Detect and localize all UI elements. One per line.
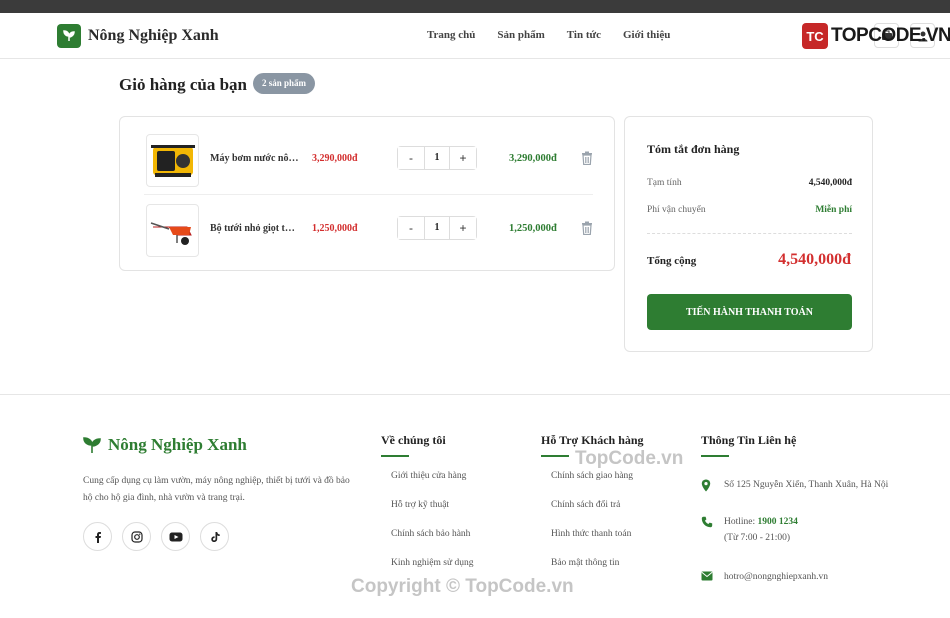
nav-home[interactable]: Trang chủ [427,29,475,41]
social-links [83,522,239,551]
total-value: 4,540,000đ [778,251,851,268]
leaf-icon [83,437,101,453]
page-title: Giỏ hàng của bạn [119,75,248,94]
subtotal-label: Tạm tính [647,178,682,188]
shipping-label: Phí vận chuyển [647,205,706,215]
footer-link[interactable]: Bảo mật thông tin [551,558,644,587]
brand-name: Nông Nghiệp Xanh [88,27,219,44]
tiktok-link[interactable] [200,522,229,551]
main-nav: Trang chủ Sản phẩm Tin tức Giới thiệu [427,29,692,41]
site-footer: Nông Nghiệp Xanh Cung cấp dụng cụ làm vư… [0,394,950,618]
footer-brand[interactable]: Nông Nghiệp Xanh [82,435,247,455]
title-underline [381,455,409,457]
youtube-link[interactable] [161,522,190,551]
summary-title: Tóm tắt đơn hàng [647,142,740,156]
watermark-text: TOPCODE.VN [831,25,950,46]
decrease-qty-button[interactable]: - [398,147,424,169]
cart-items-panel: Máy bơm nước nông nghiệp 3,290,000đ - 1 … [119,116,615,271]
increase-qty-button[interactable]: + [450,217,476,239]
facebook-icon [95,531,101,543]
order-summary-panel: Tóm tắt đơn hàng Tạm tính 4,540,000đ Phí… [624,116,873,352]
product-price: 1,250,000đ [312,223,358,234]
trash-icon[interactable] [581,151,593,165]
increase-qty-button[interactable]: + [450,147,476,169]
footer-link[interactable]: Hình thức thanh toán [551,529,644,558]
quantity-stepper: - 1 + [397,216,477,240]
watermark-badge: TC [802,23,828,49]
footer-link[interactable]: Kinh nghiệm sử dụng [391,558,473,587]
contact-hotline: Hotline: 1900 1234 (Từ 7:00 - 21:00) [701,514,931,546]
tiktok-icon [210,531,220,542]
footer-link[interactable]: Hỗ trợ kỹ thuật [391,500,473,529]
title-underline [701,455,729,457]
footer-link[interactable]: Giới thiệu cửa hàng [391,471,473,500]
footer-col-support: Hỗ Trợ Khách hàng Chính sách giao hàng C… [541,433,644,587]
footer-col-title: Thông Tin Liên hệ [701,433,797,447]
checkout-button[interactable]: TIẾN HÀNH THANH TOÁN [647,294,852,330]
site-header: Nông Nghiệp Xanh Trang chủ Sản phẩm Tin … [0,13,950,59]
line-total: 3,290,000đ [509,153,557,164]
quantity-value[interactable]: 1 [424,217,450,239]
browser-top-strip [0,0,950,13]
leaf-logo-icon [57,24,81,48]
footer-link[interactable]: Chính sách đổi trả [551,500,644,529]
subtotal-value: 4,540,000đ [808,178,852,188]
facebook-link[interactable] [83,522,112,551]
footer-col-title: Hỗ Trợ Khách hàng [541,433,644,447]
product-price: 3,290,000đ [312,153,358,164]
contact-address: Số 125 Nguyễn Xiển, Thanh Xuân, Hà Nội [701,477,931,493]
footer-link[interactable]: Chính sách giao hàng [551,471,644,500]
item-count-badge: 2 sản phẩm [253,73,316,94]
footer-link[interactable]: Chính sách bảo hành [391,529,473,558]
cart-item: Máy bơm nước nông nghiệp 3,290,000đ - 1 … [144,125,593,195]
cart-item: Bộ tưới nhỏ giọt tự động 1,250,000đ - 1 … [144,195,593,265]
footer-brand-name: Nông Nghiệp Xanh [108,435,247,454]
topcode-watermark-logo: TC TOPCODE.VN [802,23,950,49]
footer-col-title: Về chúng tôi [381,433,446,447]
product-image-pump [146,134,199,187]
address-text: Số 125 Nguyễn Xiển, Thanh Xuân, Hà Nội [724,480,889,490]
hotline-number[interactable]: 1900 1234 [758,517,798,527]
summary-divider [647,233,852,234]
footer-links: Chính sách giao hàng Chính sách đổi trả … [541,471,644,587]
total-label: Tổng cộng [647,255,697,267]
title-underline [541,455,569,457]
nav-news[interactable]: Tin tức [567,29,601,41]
email-text[interactable]: hotro@nongnghiepxanh.vn [724,569,931,585]
footer-description: Cung cấp dụng cụ làm vườn, máy nông nghi… [83,476,350,503]
line-total: 1,250,000đ [509,223,557,234]
instagram-link[interactable] [122,522,151,551]
location-pin-icon [701,479,711,492]
nav-products[interactable]: Sản phẩm [497,29,544,41]
footer-links: Giới thiệu cửa hàng Hỗ trợ kỹ thuật Chín… [381,471,473,587]
footer-col-about: Về chúng tôi Giới thiệu cửa hàng Hỗ trợ … [381,433,473,587]
mail-icon [701,571,713,581]
youtube-icon [169,532,182,541]
hotline-label: Hotline: [724,517,756,527]
instagram-icon [130,530,143,543]
phone-icon [701,516,713,528]
quantity-stepper: - 1 + [397,146,477,170]
brand-link[interactable]: Nông Nghiệp Xanh [57,24,219,48]
nav-about[interactable]: Giới thiệu [623,29,670,41]
contact-email: hotro@nongnghiepxanh.vn [701,569,931,585]
quantity-value[interactable]: 1 [424,147,450,169]
hours-text: (Từ 7:00 - 21:00) [724,533,791,543]
product-name[interactable]: Bộ tưới nhỏ giọt tự động [210,223,300,234]
shipping-value: Miễn phí [815,205,852,215]
decrease-qty-button[interactable]: - [398,217,424,239]
product-name[interactable]: Máy bơm nước nông nghiệp [210,153,300,164]
footer-col-contact: Thông Tin Liên hệ [701,433,796,457]
product-image-irrigation [146,204,199,257]
trash-icon[interactable] [581,221,593,235]
